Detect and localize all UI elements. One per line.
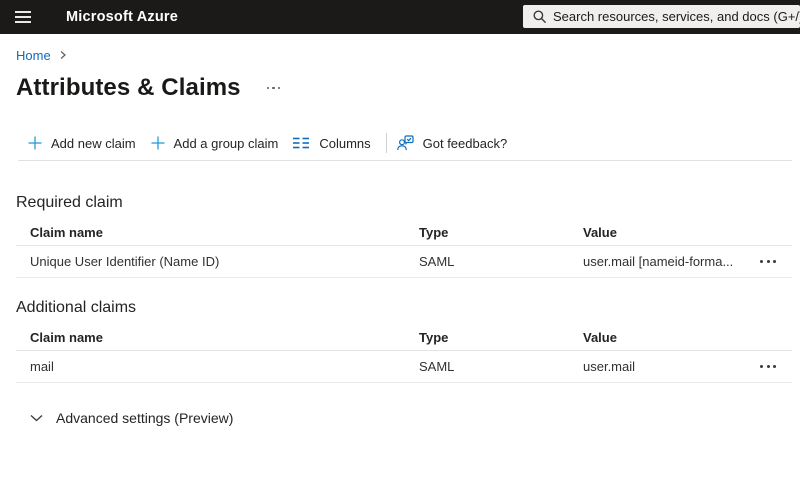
table-header-row: Claim name Type Value [16, 220, 792, 246]
add-new-claim-label: Add new claim [51, 135, 136, 151]
cell-value: user.mail [nameid-forma... [583, 254, 734, 269]
column-header-type[interactable]: Type [419, 330, 583, 345]
table-row[interactable]: Unique User Identifier (Name ID) SAML us… [16, 246, 792, 278]
hamburger-menu-icon[interactable] [15, 0, 45, 34]
page-title: Attributes & Claims [16, 74, 241, 101]
additional-claims-heading: Additional claims [16, 299, 137, 316]
plus-icon [151, 136, 165, 150]
row-context-menu-icon[interactable] [757, 255, 779, 268]
search-icon [533, 10, 546, 23]
columns-label: Columns [319, 135, 371, 151]
cell-type: SAML [419, 254, 455, 269]
columns-icon [293, 137, 310, 149]
azure-topbar: Microsoft Azure [0, 0, 800, 34]
required-claim-section: Required claim Claim name Type Value Uni… [16, 194, 792, 278]
global-search[interactable] [523, 5, 800, 28]
main-content: Home Attributes & Claims Add new claim A… [0, 34, 800, 426]
advanced-settings-toggle[interactable]: Advanced settings (Preview) [16, 410, 233, 426]
required-claim-table: Claim name Type Value Unique User Identi… [16, 220, 792, 278]
cell-claim-name[interactable]: mail [30, 359, 419, 374]
column-header-value[interactable]: Value [583, 225, 744, 240]
column-header-value[interactable]: Value [583, 330, 744, 345]
add-group-claim-button[interactable]: Add a group claim [151, 135, 279, 151]
toolbar-divider [385, 133, 387, 153]
title-more-menu-icon[interactable] [265, 83, 283, 94]
title-row: Attributes & Claims [16, 74, 792, 102]
breadcrumb-home-link[interactable]: Home [16, 48, 51, 63]
got-feedback-button[interactable]: Got feedback? [396, 135, 508, 151]
table-row[interactable]: mail SAML user.mail [16, 351, 792, 383]
feedback-icon [396, 135, 414, 151]
breadcrumb: Home [16, 47, 792, 63]
search-input[interactable] [553, 9, 800, 24]
column-header-claim-name[interactable]: Claim name [30, 330, 419, 345]
cell-value: user.mail [583, 359, 636, 374]
additional-claims-table: Claim name Type Value mail SAML user.mai… [16, 325, 792, 383]
chevron-right-icon [59, 50, 67, 60]
got-feedback-label: Got feedback? [422, 135, 508, 151]
cell-claim-name[interactable]: Unique User Identifier (Name ID) [30, 254, 419, 269]
columns-button[interactable]: Columns [293, 135, 371, 151]
cell-type: SAML [419, 359, 455, 374]
table-header-row: Claim name Type Value [16, 325, 792, 351]
add-group-claim-label: Add a group claim [173, 135, 279, 151]
toolbar-bottom-rule [18, 160, 792, 161]
additional-claims-section: Additional claims Claim name Type Value … [16, 299, 792, 383]
command-bar: Add new claim Add a group claim Columns [16, 132, 792, 154]
add-new-claim-button[interactable]: Add new claim [28, 136, 136, 151]
chevron-down-icon [30, 415, 43, 422]
column-header-type[interactable]: Type [419, 225, 583, 240]
row-context-menu-icon[interactable] [757, 360, 779, 373]
required-claim-heading: Required claim [16, 194, 123, 211]
advanced-settings-label: Advanced settings (Preview) [56, 410, 234, 426]
plus-icon [28, 136, 42, 150]
column-header-claim-name[interactable]: Claim name [30, 225, 419, 240]
brand-title: Microsoft Azure [66, 9, 179, 25]
